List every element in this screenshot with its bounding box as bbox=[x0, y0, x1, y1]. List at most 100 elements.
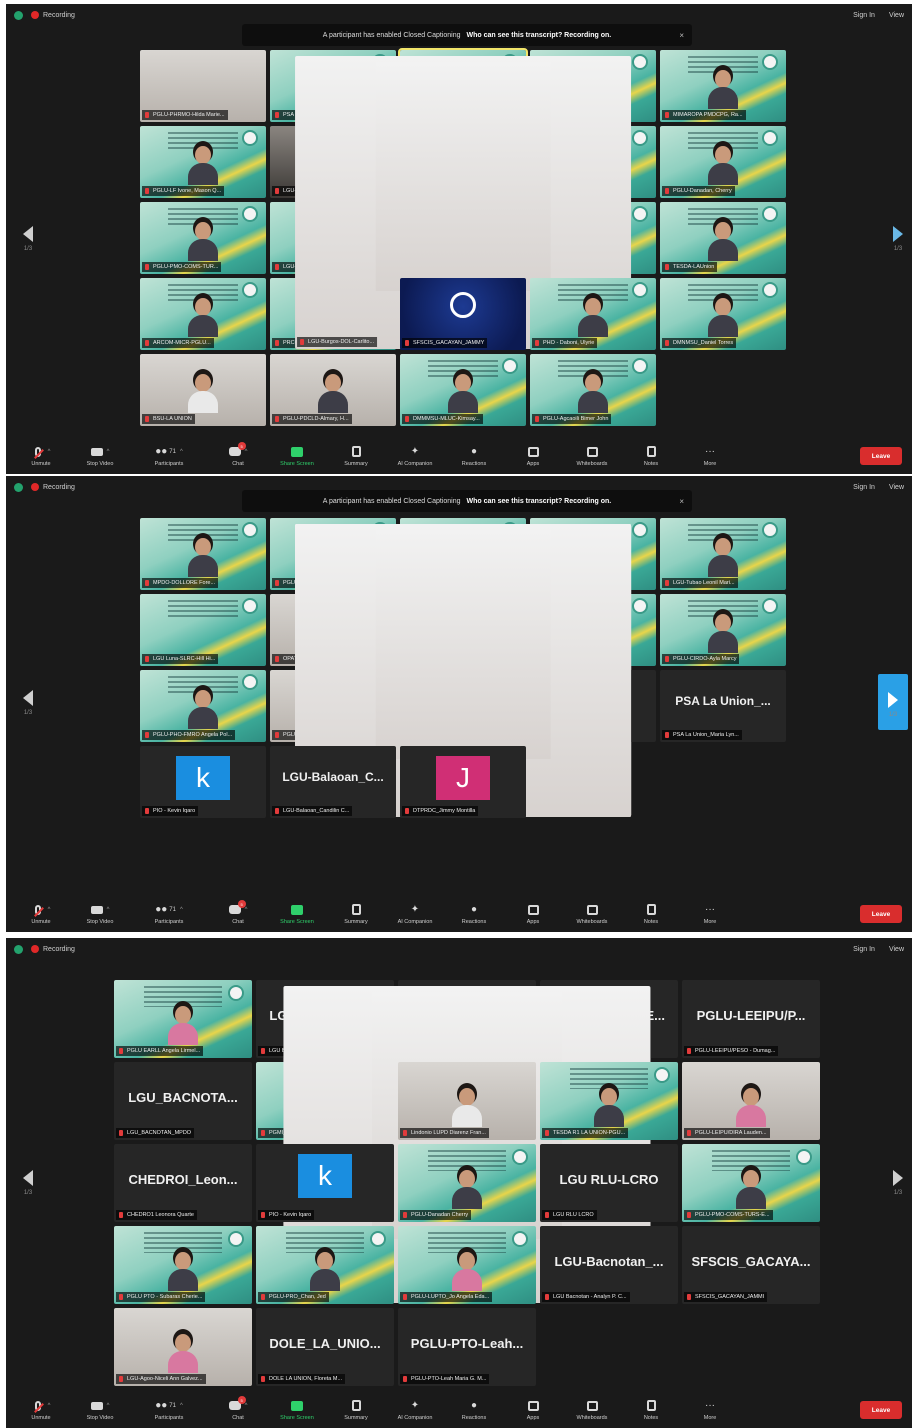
chevron-up-icon[interactable]: ^ bbox=[245, 449, 248, 455]
chat-button[interactable]: 5 ^ Chat bbox=[213, 1396, 263, 1421]
security-shield-icon[interactable] bbox=[14, 944, 23, 954]
more-button[interactable]: ··· More bbox=[685, 446, 735, 467]
transcript-info-link[interactable]: Who can see this transcript? Recording o… bbox=[467, 498, 612, 505]
view-button[interactable]: View bbox=[889, 484, 904, 491]
apps-button[interactable]: Apps bbox=[508, 446, 558, 467]
more-button[interactable]: ··· More bbox=[685, 904, 735, 925]
participant-tile[interactable]: DOLE_LA_UNIO... DOLE LA UNION, Floreta M.… bbox=[256, 1308, 394, 1386]
share-screen-button[interactable]: Share Screen bbox=[272, 446, 322, 467]
reactions-button[interactable]: ● Reactions bbox=[449, 1400, 499, 1421]
previous-page-button[interactable]: 1/3 bbox=[20, 690, 36, 716]
video-button[interactable]: ^ Stop Video bbox=[75, 904, 125, 925]
participant-tile[interactable]: PGLU-PTO-Leah... PGLU-PTO-Leah Maria G. M… bbox=[398, 1308, 536, 1386]
close-icon[interactable]: × bbox=[679, 31, 684, 40]
participant-tile[interactable]: SFSCIS_GACAYA... SFSCIS_GACAYAN_JAMMI bbox=[682, 1226, 820, 1304]
transcript-info-link[interactable]: Who can see this transcript? Recording o… bbox=[467, 32, 612, 39]
chevron-up-icon[interactable]: ^ bbox=[107, 907, 110, 913]
security-shield-icon[interactable] bbox=[14, 10, 23, 20]
leave-button[interactable]: Leave bbox=[860, 905, 902, 923]
participant-tile[interactable]: PGLU-PMO-COMS-TUR... bbox=[140, 202, 266, 274]
participant-tile[interactable]: PGLU-Danadan, Cherry bbox=[660, 126, 786, 198]
participant-tile[interactable]: TESDA R1 LA UNION-PGU... bbox=[540, 1062, 678, 1140]
participant-tile[interactable]: LGU RLU-LCRO LGU RLU LCRO bbox=[540, 1144, 678, 1222]
unmute-button[interactable]: ^ Unmute bbox=[16, 904, 66, 925]
chat-button[interactable]: 5 ^ Chat bbox=[213, 442, 263, 467]
summary-button[interactable]: Summary bbox=[331, 904, 381, 925]
next-page-button[interactable]: 1/3 bbox=[890, 1170, 906, 1196]
chevron-up-icon[interactable]: ^ bbox=[107, 449, 110, 455]
sign-in-link[interactable]: Sign In bbox=[853, 946, 875, 953]
participant-tile[interactable]: PHO - Daboni, Ulyrie bbox=[530, 278, 656, 350]
apps-button[interactable]: Apps bbox=[508, 1400, 558, 1421]
summary-button[interactable]: Summary bbox=[331, 1400, 381, 1421]
view-button[interactable]: View bbox=[889, 946, 904, 953]
view-button[interactable]: View bbox=[889, 12, 904, 19]
share-screen-button[interactable]: Share Screen bbox=[272, 1400, 322, 1421]
participant-tile[interactable]: LGU_BACNOTA... LGU_BACNOTAN_MPDO bbox=[114, 1062, 252, 1140]
participant-tile[interactable]: LGU-Agoo-Niceli Ann Galvez... bbox=[114, 1308, 252, 1386]
leave-button[interactable]: Leave bbox=[860, 447, 902, 465]
notes-button[interactable]: Notes bbox=[626, 446, 676, 467]
participant-tile[interactable]: PGLU-LEIPU/DIRA Lauden... bbox=[682, 1062, 820, 1140]
participant-tile[interactable]: SFSCIS_GACAYAN_JAMMY bbox=[400, 278, 526, 350]
participant-tile[interactable]: DMMMSU-MLUC-Kimsay... bbox=[400, 354, 526, 426]
sign-in-link[interactable]: Sign In bbox=[853, 12, 875, 19]
summary-button[interactable]: Summary bbox=[331, 446, 381, 467]
participant-tile[interactable]: PGLU-PHO-FMRO Angela Pol... bbox=[140, 670, 266, 742]
unmute-button[interactable]: ^ Unmute bbox=[16, 446, 66, 467]
leave-button[interactable]: Leave bbox=[860, 1401, 902, 1419]
chevron-up-icon[interactable]: ^ bbox=[180, 1403, 183, 1409]
participant-tile[interactable]: PGLU-CIRDO-Ayla Marcy bbox=[660, 594, 786, 666]
previous-page-button[interactable]: 1/3 bbox=[20, 1170, 36, 1196]
ai-companion-button[interactable]: ✦ AI Companion bbox=[390, 446, 440, 467]
participant-tile[interactable]: MIMAROPA PMDCPG, Ra... bbox=[660, 50, 786, 122]
participant-tile[interactable]: ARCOM-MICR-PGLU... bbox=[140, 278, 266, 350]
participant-tile[interactable]: LGU-Balaoan_C... LGU-Balaoan_Candilin C..… bbox=[270, 746, 396, 818]
participant-tile[interactable]: PGLU-LUPTO_Jo Angela Eda... bbox=[398, 1226, 536, 1304]
participant-tile[interactable]: TESDA-LAUnion bbox=[660, 202, 786, 274]
participants-button[interactable]: ●● 71 ^ Participants bbox=[134, 446, 204, 467]
reactions-button[interactable]: ● Reactions bbox=[449, 446, 499, 467]
unmute-button[interactable]: ^ Unmute bbox=[16, 1400, 66, 1421]
participant-tile[interactable]: PGLU-PDCLD-Almary, H... bbox=[270, 354, 396, 426]
chevron-up-icon[interactable]: ^ bbox=[48, 907, 51, 913]
reactions-button[interactable]: ● Reactions bbox=[449, 904, 499, 925]
participant-tile[interactable]: PGLU-Agcaoili Bimer John bbox=[530, 354, 656, 426]
sign-in-link[interactable]: Sign In bbox=[853, 484, 875, 491]
security-shield-icon[interactable] bbox=[14, 482, 23, 492]
video-button[interactable]: ^ Stop Video bbox=[75, 446, 125, 467]
participant-tile[interactable]: PGLU PTO - Subaras Cherie... bbox=[114, 1226, 252, 1304]
more-button[interactable]: ··· More bbox=[685, 1400, 735, 1421]
previous-page-button[interactable]: 1/3 bbox=[20, 226, 36, 252]
participant-tile[interactable]: PGLU EARLL Angela Lirmel... bbox=[114, 980, 252, 1058]
participant-tile[interactable]: BSU-LA UNION bbox=[140, 354, 266, 426]
participant-tile[interactable]: PGLU-LF Ivone, Mason Q... bbox=[140, 126, 266, 198]
participant-tile[interactable]: Lindonio LUPD Diarenz Fran... bbox=[398, 1062, 536, 1140]
participant-tile[interactable]: PGLU-Danadan Cherry bbox=[398, 1144, 536, 1222]
participant-tile[interactable]: LGU-Tubao Leonil Mari... bbox=[660, 518, 786, 590]
chevron-up-icon[interactable]: ^ bbox=[180, 907, 183, 913]
chevron-up-icon[interactable]: ^ bbox=[245, 907, 248, 913]
apps-button[interactable]: Apps bbox=[508, 904, 558, 925]
whiteboards-button[interactable]: Whiteboards bbox=[567, 904, 617, 925]
chevron-up-icon[interactable]: ^ bbox=[48, 449, 51, 455]
whiteboards-button[interactable]: Whiteboards bbox=[567, 1400, 617, 1421]
participant-tile[interactable]: MPDO-DOLLORE Fore... bbox=[140, 518, 266, 590]
ai-companion-button[interactable]: ✦ AI Companion bbox=[390, 904, 440, 925]
chevron-up-icon[interactable]: ^ bbox=[107, 1403, 110, 1409]
participants-button[interactable]: ●● 71 ^ Participants bbox=[134, 904, 204, 925]
close-icon[interactable]: × bbox=[679, 497, 684, 506]
participant-tile[interactable]: PGLU-PHRMO-Hilda Marie... bbox=[140, 50, 266, 122]
video-button[interactable]: ^ Stop Video bbox=[75, 1400, 125, 1421]
participant-tile[interactable]: PGLU-LEEIPU/P... PGLU-LEEIPU/PESO - Dumag… bbox=[682, 980, 820, 1058]
participant-tile[interactable]: PGLU-PMO-COMS-TURS-E... bbox=[682, 1144, 820, 1222]
ai-companion-button[interactable]: ✦ AI Companion bbox=[390, 1400, 440, 1421]
participant-tile[interactable]: PGLU-PRO_Chan, Jed bbox=[256, 1226, 394, 1304]
chevron-up-icon[interactable]: ^ bbox=[48, 1403, 51, 1409]
participant-tile[interactable]: PSA La Union_... PSA La Union_Maria Lyn..… bbox=[660, 670, 786, 742]
chat-button[interactable]: 5 ^ Chat bbox=[213, 900, 263, 925]
participant-tile[interactable]: J DTPRDC_Jimmy Montilla bbox=[400, 746, 526, 818]
participant-tile[interactable]: k PIO - Kevin Iqaro bbox=[140, 746, 266, 818]
share-screen-button[interactable]: Share Screen bbox=[272, 904, 322, 925]
participant-tile[interactable]: LGU-Bacnotan_... LGU Bacnotan - Analyn P.… bbox=[540, 1226, 678, 1304]
